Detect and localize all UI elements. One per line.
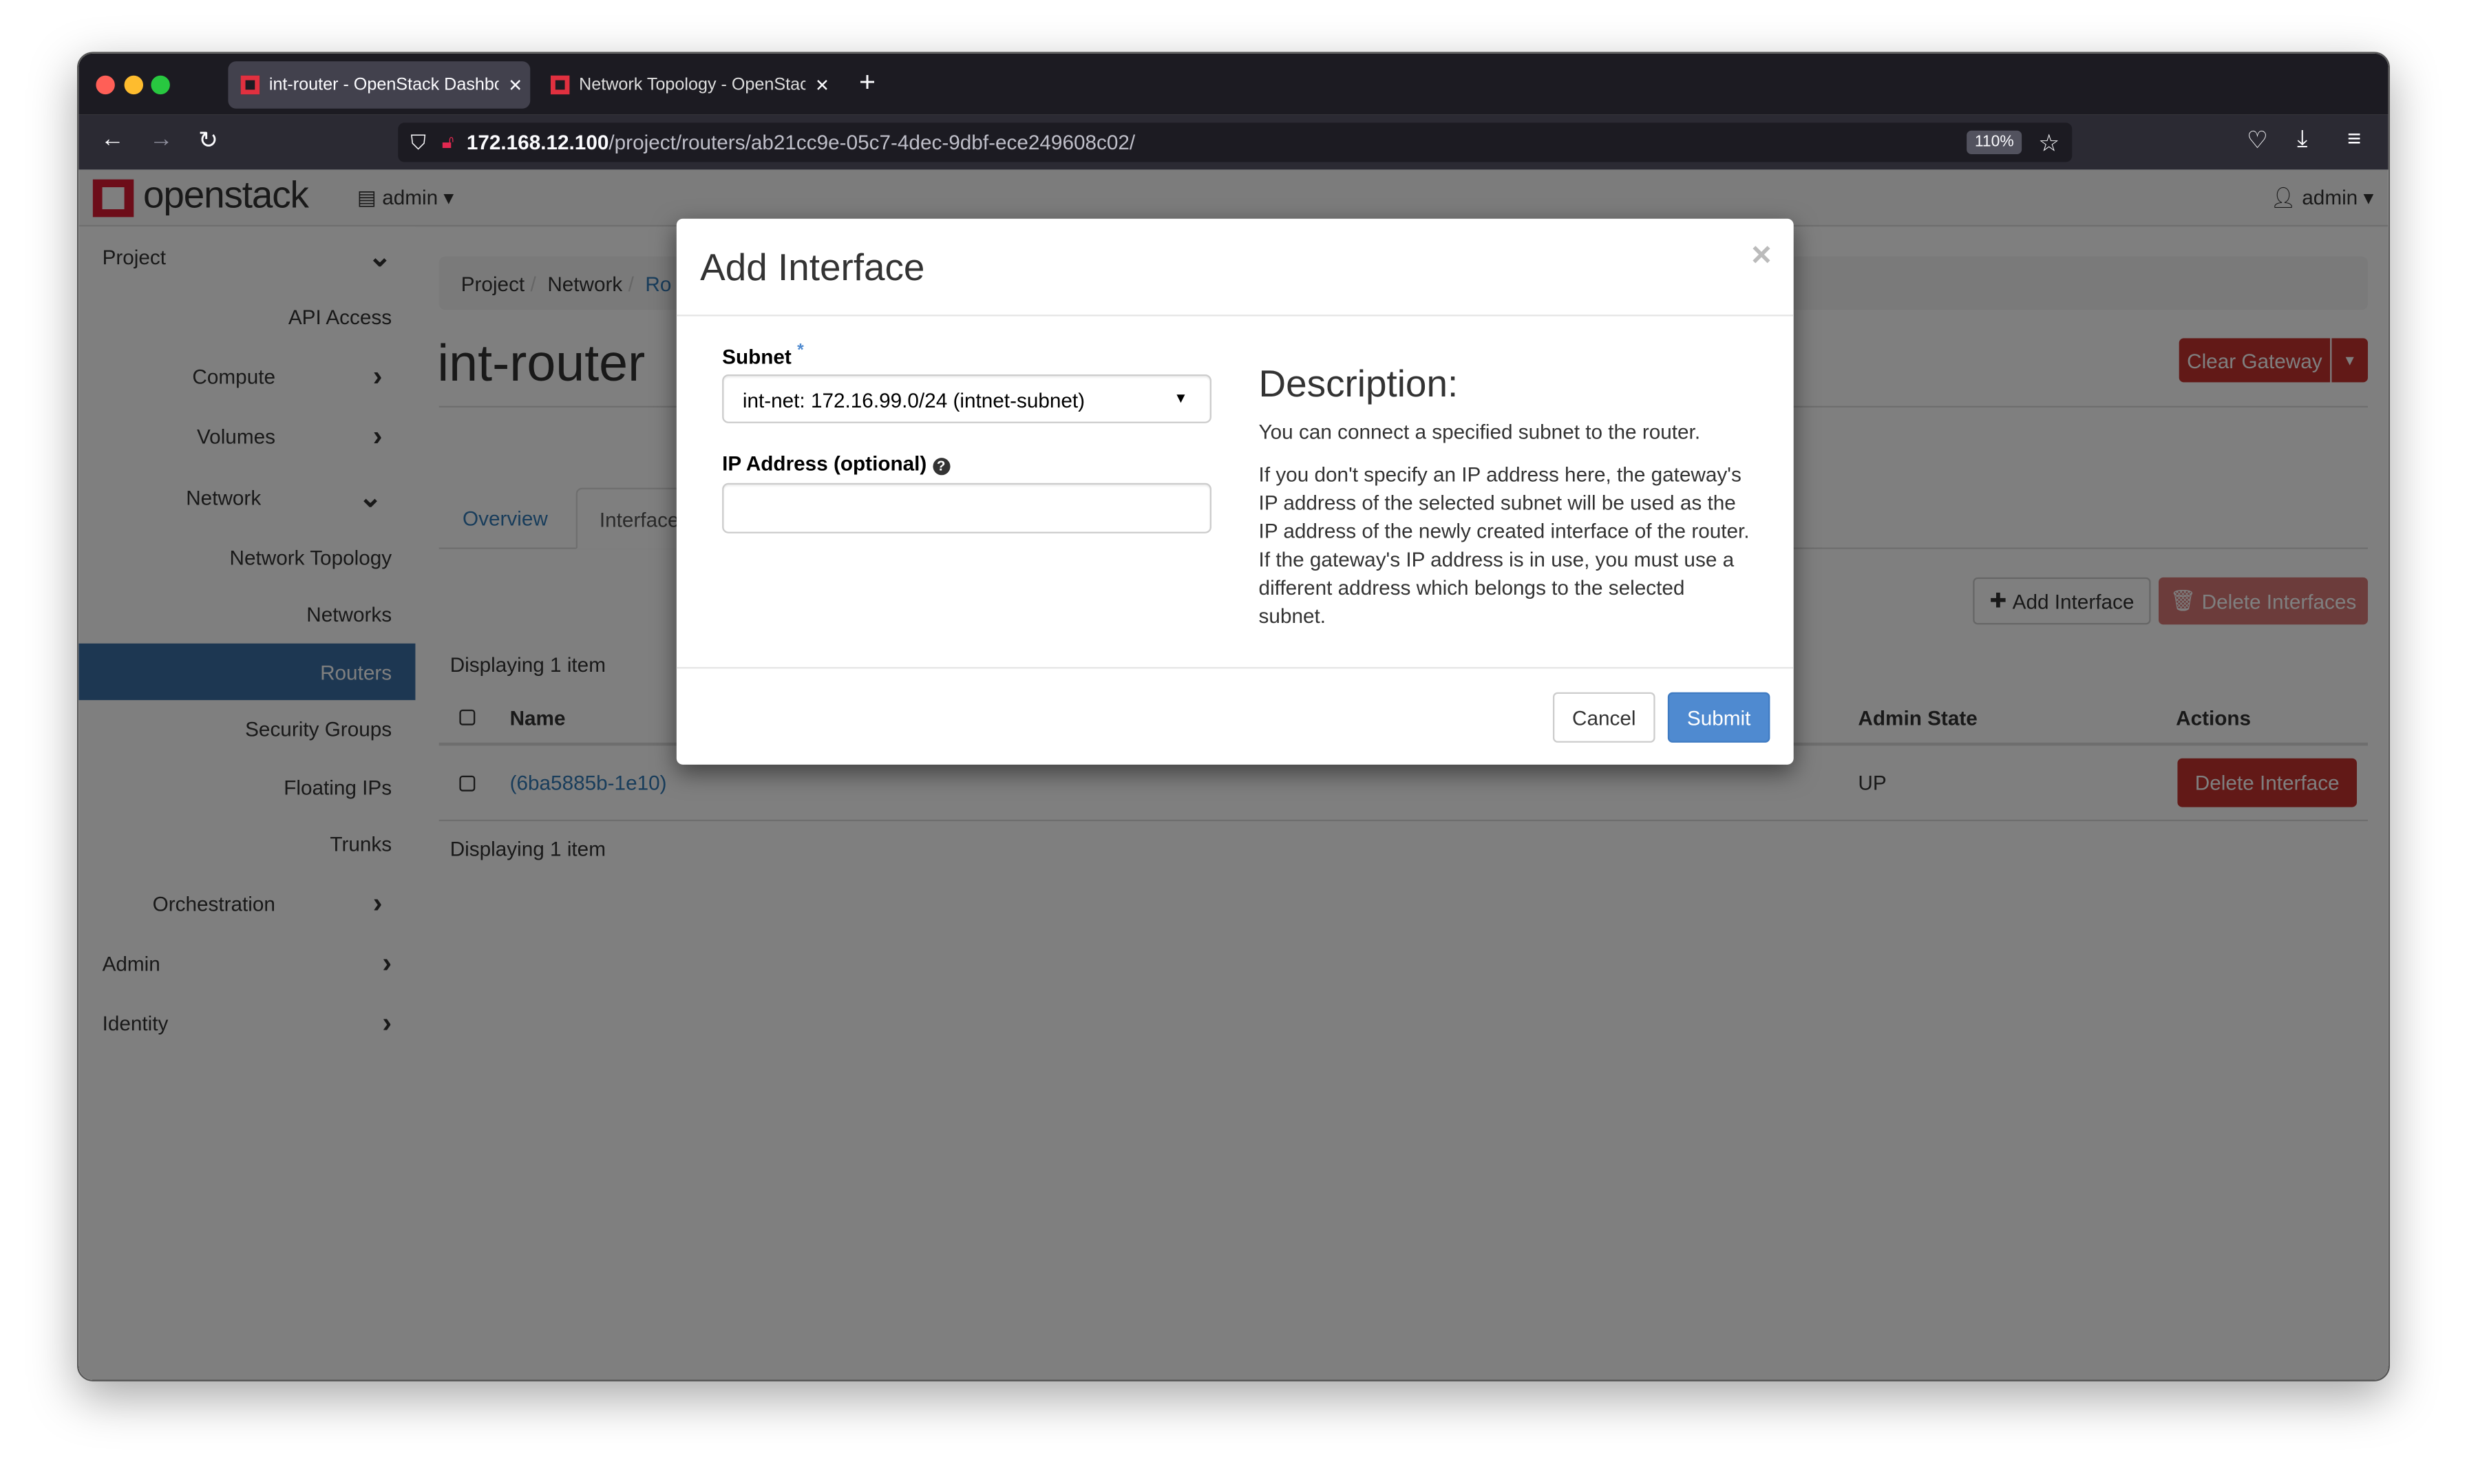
caret-down-icon: ▼ xyxy=(1174,390,1188,406)
pocket-icon[interactable]: ♡ xyxy=(2247,126,2268,154)
menu-icon[interactable]: ≡ xyxy=(2347,126,2361,153)
zoom-level[interactable]: 110% xyxy=(1967,130,2022,154)
tab-bar: int-router - OpenStack Dashboa ✕ Network… xyxy=(78,53,2389,115)
modal-footer-divider xyxy=(676,667,1794,669)
insecure-lock-icon: 🔓︎ xyxy=(441,130,454,153)
bookmark-star-icon[interactable]: ☆ xyxy=(2038,128,2060,157)
description-paragraph: You can connect a specified subnet to th… xyxy=(1258,420,1701,444)
tab-title: Network Topology - OpenStack xyxy=(579,75,806,95)
openstack-favicon-icon xyxy=(240,75,260,95)
subnet-label: Subnet * xyxy=(722,341,804,369)
new-tab-button[interactable]: + xyxy=(859,66,876,99)
tab-title: int-router - OpenStack Dashboa xyxy=(268,75,499,95)
url-host: 172.168.12.100 xyxy=(466,130,609,154)
description-title: Description: xyxy=(1258,363,1459,406)
browser-tab-active[interactable]: int-router - OpenStack Dashboa ✕ xyxy=(228,61,531,109)
nav-toolbar: ← → ↻ ⛉ 🔓︎ 172.168.12.100/project/router… xyxy=(78,114,2389,170)
close-tab-icon[interactable]: ✕ xyxy=(815,75,829,95)
url-path: /project/routers/ab21cc9e-05c7-4dec-9dbf… xyxy=(608,130,1136,154)
description-text: You can connect a specified subnet to th… xyxy=(1259,418,1750,645)
ip-address-label: IP Address (optional) ? xyxy=(722,452,950,476)
minimize-window-button[interactable] xyxy=(124,75,143,95)
downloads-icon[interactable]: ⤓ xyxy=(2297,126,2307,153)
submit-button[interactable]: Submit xyxy=(1667,692,1770,743)
subnet-select[interactable]: int-net: 172.16.99.0/24 (intnet-subnet) … xyxy=(722,374,1211,423)
back-icon[interactable]: ← xyxy=(100,126,124,153)
browser-window: int-router - OpenStack Dashboa ✕ Network… xyxy=(76,52,2390,1381)
ip-address-input[interactable] xyxy=(722,483,1211,533)
shield-icon: ⛉ xyxy=(410,129,426,153)
close-window-button[interactable] xyxy=(96,75,115,95)
reload-icon[interactable]: ↻ xyxy=(198,126,218,154)
close-tab-icon[interactable]: ✕ xyxy=(508,75,522,95)
url-bar[interactable]: ⛉ 🔓︎ 172.168.12.100/project/routers/ab21… xyxy=(398,123,2073,162)
add-interface-modal: Add Interface × Subnet * int-net: 172.16… xyxy=(676,218,1794,765)
modal-title: Add Interface xyxy=(700,246,925,290)
cancel-button[interactable]: Cancel xyxy=(1552,692,1655,743)
openstack-favicon-icon xyxy=(550,75,570,95)
modal-header-divider xyxy=(676,315,1794,317)
description-paragraph: If you don't specify an IP address here,… xyxy=(1258,462,1750,628)
forward-icon[interactable]: → xyxy=(149,126,173,153)
browser-tab[interactable]: Network Topology - OpenStack ✕ xyxy=(538,61,837,109)
close-icon[interactable]: × xyxy=(1751,235,1771,275)
maximize-window-button[interactable] xyxy=(151,75,170,95)
help-icon[interactable]: ? xyxy=(932,458,950,476)
